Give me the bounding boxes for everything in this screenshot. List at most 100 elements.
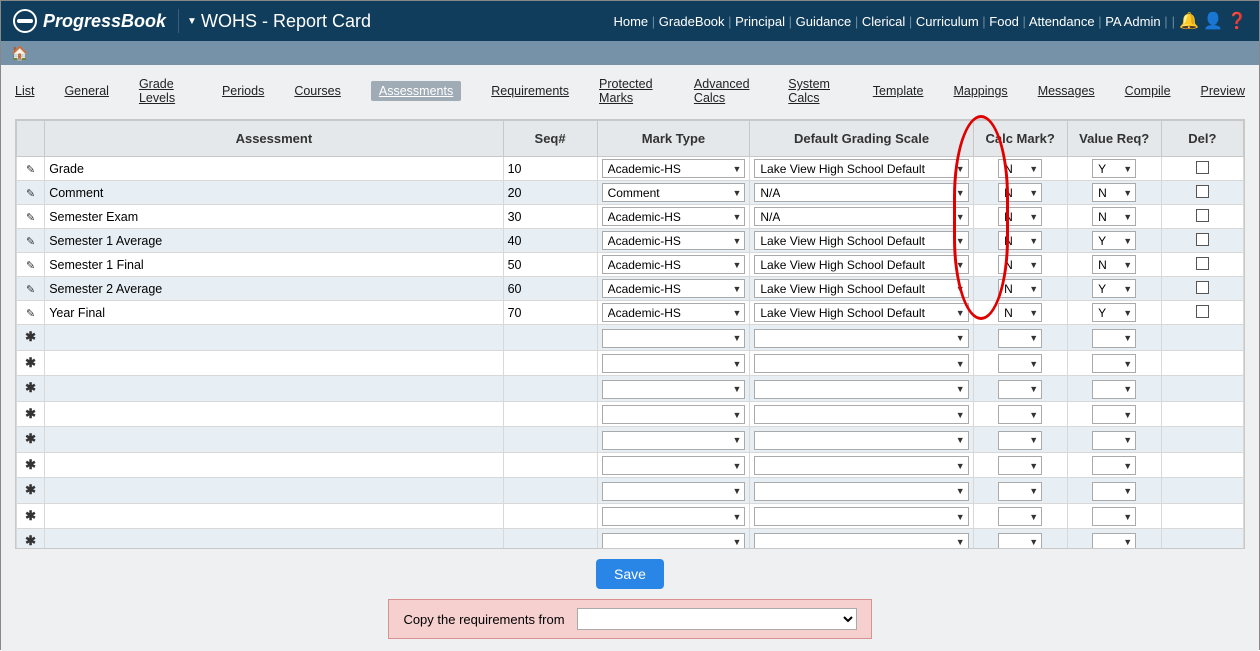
- dropdown[interactable]: N▼: [998, 279, 1042, 298]
- dropdown[interactable]: ▼: [998, 482, 1042, 501]
- cell-seq[interactable]: [503, 529, 597, 549]
- dropdown[interactable]: ▼: [602, 533, 746, 549]
- tab-protected-marks[interactable]: Protected Marks: [599, 77, 664, 105]
- nav-pa-admin[interactable]: PA Admin: [1105, 14, 1160, 29]
- dropdown[interactable]: ▼: [754, 354, 968, 373]
- home-icon[interactable]: 🏠: [11, 45, 28, 62]
- cell-assessment[interactable]: [45, 376, 503, 402]
- dropdown[interactable]: ▼: [998, 354, 1042, 373]
- nav-attendance[interactable]: Attendance: [1029, 14, 1095, 29]
- dropdown[interactable]: Y▼: [1092, 231, 1136, 250]
- dropdown[interactable]: ▼: [1092, 482, 1136, 501]
- cell-assessment[interactable]: [45, 427, 503, 453]
- cell-seq[interactable]: [503, 350, 597, 376]
- edit-icon[interactable]: ✎: [26, 308, 35, 320]
- dropdown[interactable]: N▼: [998, 303, 1042, 322]
- cell-seq[interactable]: 30: [503, 205, 597, 229]
- edit-icon[interactable]: ✎: [26, 236, 35, 248]
- nav-clerical[interactable]: Clerical: [862, 14, 905, 29]
- dropdown[interactable]: ▼: [754, 456, 968, 475]
- dropdown[interactable]: Y▼: [1092, 159, 1136, 178]
- new-row-icon[interactable]: ✱: [25, 355, 36, 370]
- cell-assessment[interactable]: Semester Exam: [45, 205, 503, 229]
- dropdown[interactable]: ▼: [754, 380, 968, 399]
- dropdown[interactable]: N/A▼: [754, 183, 968, 202]
- dropdown[interactable]: Lake View High School Default▼: [754, 303, 968, 322]
- dropdown[interactable]: ▼: [998, 405, 1042, 424]
- dropdown[interactable]: Academic-HS▼: [602, 303, 746, 322]
- delete-checkbox[interactable]: [1196, 161, 1209, 174]
- help-icon[interactable]: ❓: [1227, 11, 1247, 31]
- dropdown[interactable]: Academic-HS▼: [602, 255, 746, 274]
- cell-seq[interactable]: 50: [503, 253, 597, 277]
- logo[interactable]: ProgressBook: [13, 9, 179, 33]
- cell-assessment[interactable]: [45, 503, 503, 529]
- cell-seq[interactable]: [503, 478, 597, 504]
- dropdown[interactable]: ▼: [602, 507, 746, 526]
- dropdown[interactable]: ▼: [1092, 507, 1136, 526]
- nav-curriculum[interactable]: Curriculum: [916, 14, 979, 29]
- tab-advanced-calcs[interactable]: Advanced Calcs: [694, 77, 758, 105]
- cell-seq[interactable]: 20: [503, 181, 597, 205]
- cell-assessment[interactable]: [45, 529, 503, 549]
- cell-seq[interactable]: [503, 503, 597, 529]
- dropdown[interactable]: Lake View High School Default▼: [754, 159, 968, 178]
- dropdown[interactable]: ▼: [754, 533, 968, 549]
- dropdown[interactable]: Lake View High School Default▼: [754, 255, 968, 274]
- dropdown[interactable]: ▼: [1092, 431, 1136, 450]
- tab-general[interactable]: General: [64, 84, 108, 98]
- tab-mappings[interactable]: Mappings: [953, 84, 1007, 98]
- tab-messages[interactable]: Messages: [1038, 84, 1095, 98]
- delete-checkbox[interactable]: [1196, 281, 1209, 294]
- dropdown[interactable]: Lake View High School Default▼: [754, 231, 968, 250]
- dropdown[interactable]: Academic-HS▼: [602, 279, 746, 298]
- new-row-icon[interactable]: ✱: [25, 533, 36, 548]
- cell-seq[interactable]: [503, 452, 597, 478]
- dropdown[interactable]: Academic-HS▼: [602, 231, 746, 250]
- dropdown[interactable]: Comment▼: [602, 183, 746, 202]
- tab-requirements[interactable]: Requirements: [491, 84, 569, 98]
- dropdown[interactable]: N▼: [998, 231, 1042, 250]
- new-row-icon[interactable]: ✱: [25, 457, 36, 472]
- dropdown[interactable]: N/A▼: [754, 207, 968, 226]
- dropdown[interactable]: Y▼: [1092, 303, 1136, 322]
- dropdown[interactable]: ▼: [998, 329, 1042, 348]
- tab-template[interactable]: Template: [873, 84, 924, 98]
- context-dropdown[interactable]: ▼ WOHS - Report Card: [187, 11, 371, 32]
- delete-checkbox[interactable]: [1196, 233, 1209, 246]
- dropdown[interactable]: N▼: [1092, 183, 1136, 202]
- dropdown[interactable]: ▼: [998, 507, 1042, 526]
- dropdown[interactable]: Lake View High School Default▼: [754, 279, 968, 298]
- dropdown[interactable]: ▼: [602, 380, 746, 399]
- cell-seq[interactable]: [503, 376, 597, 402]
- cell-seq[interactable]: [503, 427, 597, 453]
- delete-checkbox[interactable]: [1196, 185, 1209, 198]
- dropdown[interactable]: Academic-HS▼: [602, 159, 746, 178]
- dropdown[interactable]: ▼: [1092, 533, 1136, 549]
- edit-icon[interactable]: ✎: [26, 212, 35, 224]
- new-row-icon[interactable]: ✱: [25, 482, 36, 497]
- nav-food[interactable]: Food: [989, 14, 1019, 29]
- tab-system-calcs[interactable]: System Calcs: [788, 77, 842, 105]
- cell-assessment[interactable]: [45, 401, 503, 427]
- cell-assessment[interactable]: [45, 325, 503, 351]
- dropdown[interactable]: N▼: [1092, 207, 1136, 226]
- dropdown[interactable]: ▼: [1092, 456, 1136, 475]
- dropdown[interactable]: ▼: [754, 405, 968, 424]
- tab-periods[interactable]: Periods: [222, 84, 264, 98]
- dropdown[interactable]: ▼: [602, 482, 746, 501]
- new-row-icon[interactable]: ✱: [25, 431, 36, 446]
- cell-seq[interactable]: [503, 325, 597, 351]
- tab-assessments[interactable]: Assessments: [371, 81, 461, 101]
- dropdown[interactable]: Y▼: [1092, 279, 1136, 298]
- cell-assessment[interactable]: Semester 1 Final: [45, 253, 503, 277]
- delete-checkbox[interactable]: [1196, 209, 1209, 222]
- cell-assessment[interactable]: [45, 478, 503, 504]
- dropdown[interactable]: ▼: [754, 329, 968, 348]
- nav-gradebook[interactable]: GradeBook: [659, 14, 725, 29]
- cell-assessment[interactable]: Year Final: [45, 301, 503, 325]
- dropdown[interactable]: ▼: [602, 456, 746, 475]
- dropdown[interactable]: ▼: [1092, 329, 1136, 348]
- dropdown[interactable]: N▼: [998, 207, 1042, 226]
- copy-select[interactable]: [577, 608, 857, 630]
